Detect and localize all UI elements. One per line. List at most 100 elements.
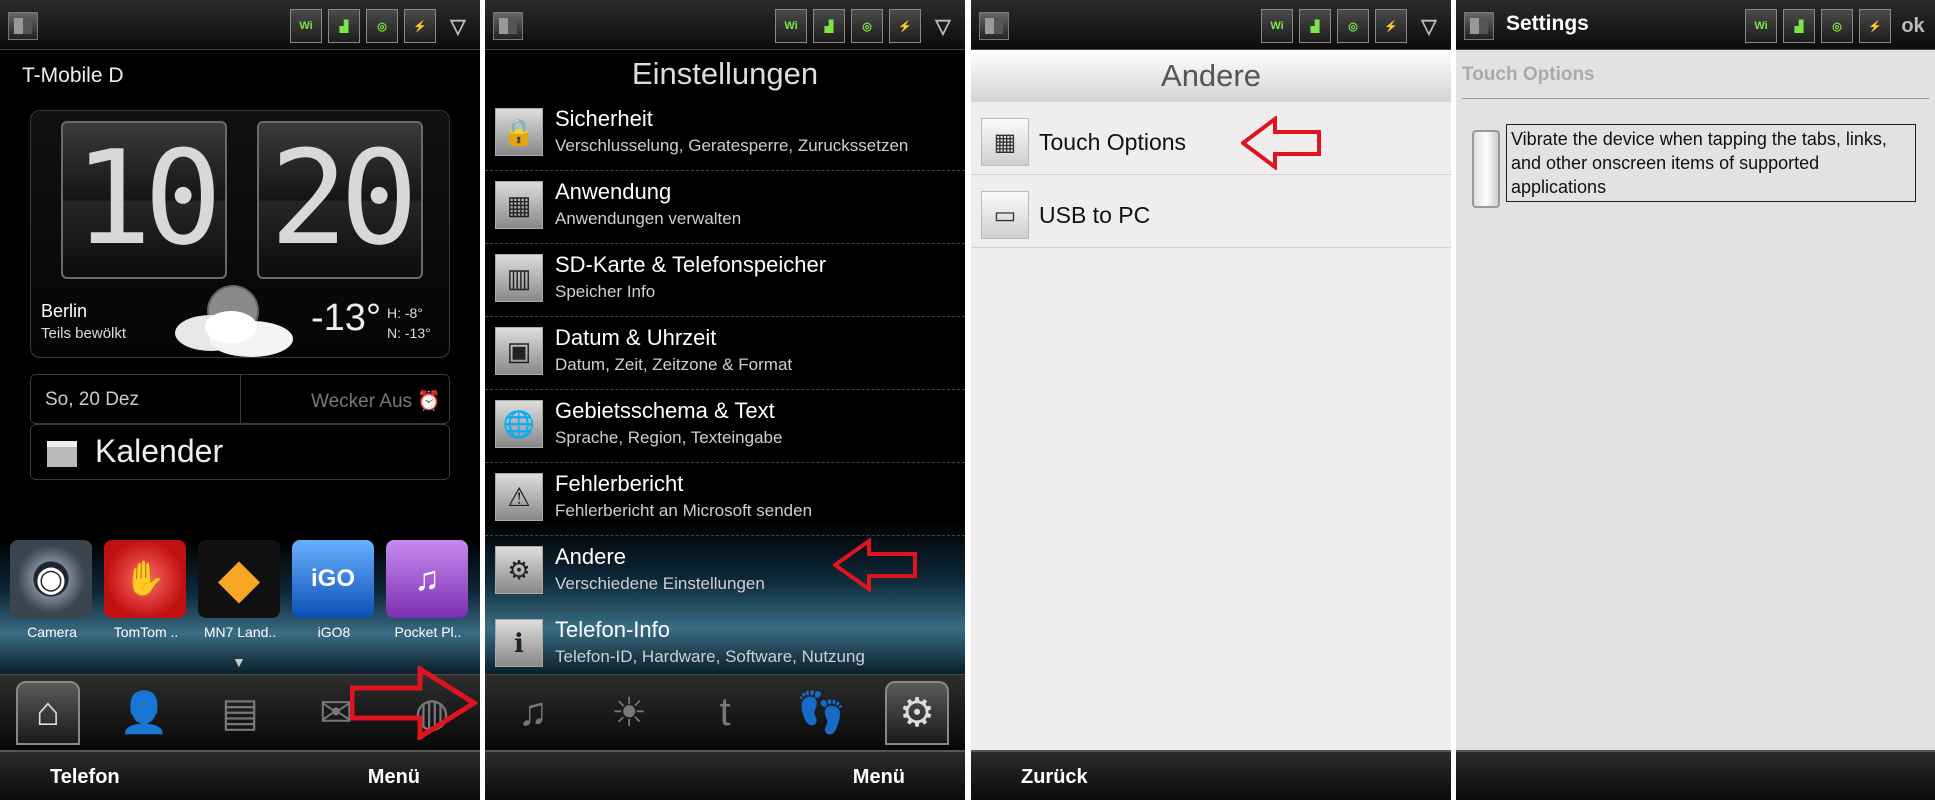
item-subtitle: Fehlerbericht an Microsoft senden (555, 501, 813, 520)
touch-options-panel: Settings Wi ▟ ◎ ⚡ ok Touch Options Vibra… (1456, 0, 1935, 800)
item-subtitle: Verschiedene Einstellungen (555, 574, 765, 593)
battery-icon[interactable]: ⚡ (404, 9, 436, 43)
wifi-icon[interactable]: Wi (290, 9, 322, 43)
wifi-icon[interactable]: Wi (1745, 9, 1777, 43)
volume-icon[interactable]: ▽ (1413, 9, 1445, 43)
page-title: Einstellungen (631, 56, 819, 91)
weather-temperature: -13° (311, 297, 382, 339)
vibrate-option-label[interactable]: Vibrate the device when tapping the tabs… (1506, 124, 1916, 202)
calendar-button[interactable]: Kalender (30, 424, 450, 480)
signal-icon[interactable]: ▟ (328, 9, 360, 43)
battery-icon[interactable]: ⚡ (1375, 9, 1407, 43)
app-igo8[interactable]: iGO iGO8 (292, 540, 376, 640)
sync-icon[interactable]: ◎ (1821, 9, 1853, 43)
softkey-bar (1456, 750, 1935, 800)
battery-icon[interactable]: ⚡ (1859, 9, 1891, 43)
clock-hour: 10 (61, 121, 227, 279)
softkey-back[interactable]: Zurück (1021, 766, 1088, 789)
page-title: Andere (971, 50, 1451, 102)
softkey-bar: Zurück (971, 750, 1451, 800)
apps-grid-icon: ▦ (495, 181, 543, 229)
item-subtitle: Anwendungen verwalten (555, 209, 742, 228)
wifi-icon[interactable]: Wi (1261, 9, 1293, 43)
app-tomtom[interactable]: ✋ TomTom .. (104, 540, 188, 640)
app-camera[interactable]: ◉ Camera (10, 540, 94, 640)
status-bar: Wi ▟ ◎ ⚡ ▽ (485, 0, 965, 50)
settings-item-datum[interactable]: ▣ Datum & Uhrzeit Datum, Zeit, Zeitzone … (485, 317, 965, 390)
camera-icon: ◉ (10, 540, 92, 618)
date-label[interactable]: So, 20 Dez (31, 375, 241, 423)
softkey-menu[interactable]: Menü (368, 766, 420, 789)
app-launcher: ◉ Camera ✋ TomTom .. ◆ MN7 Land.. iGO iG… (10, 540, 470, 640)
status-bar: Settings Wi ▟ ◎ ⚡ ok (1456, 0, 1935, 50)
ok-button[interactable]: ok (1897, 9, 1929, 43)
calendar-icon (47, 440, 77, 467)
app-label: Pocket Pl.. (394, 624, 462, 640)
twitter-tab-icon[interactable]: t (693, 681, 757, 745)
settings-item-fehlerbericht[interactable]: ⚠ Fehlerbericht Fehlerbericht an Microso… (485, 463, 965, 536)
alarm-button[interactable]: Wecker Aus ⏰ (241, 375, 449, 423)
start-button[interactable] (493, 12, 523, 40)
chevron-down-icon[interactable]: ▼ (232, 654, 246, 670)
item-subtitle: Sprache, Region, Texteingabe (555, 428, 783, 447)
signal-icon[interactable]: ▟ (1299, 9, 1331, 43)
start-button[interactable] (1464, 12, 1494, 40)
window-title: Settings (1506, 12, 1589, 35)
battery-icon[interactable]: ⚡ (889, 9, 921, 43)
status-bar: Wi ▟ ◎ ⚡ ▽ (971, 0, 1451, 50)
volume-icon[interactable]: ▽ (927, 9, 959, 43)
app-mn7[interactable]: ◆ MN7 Land.. (198, 540, 282, 640)
softkey-telefon[interactable]: Telefon (50, 766, 120, 789)
weather-condition: Teils bewölkt (41, 325, 127, 342)
date-alarm-row: So, 20 Dez Wecker Aus ⏰ (30, 374, 450, 424)
clock-weather-widget[interactable]: 10 20 Berlin Teils bewölkt -13° H: -8° N… (30, 110, 450, 358)
weather-low: N: -13° (387, 325, 431, 341)
grid-icon: ▦ (981, 118, 1029, 166)
item-title: Telefon-Info (555, 617, 670, 642)
item-label: Touch Options (1039, 129, 1187, 155)
list-item-touch-options[interactable]: ▦ Touch Options (971, 102, 1451, 175)
alarm-label: Wecker Aus (311, 391, 413, 412)
settings-item-gebietsschema[interactable]: 🌐 Gebietsschema & Text Sprache, Region, … (485, 390, 965, 463)
settings-tab-icon[interactable]: ⚙ (885, 680, 949, 745)
item-subtitle: Datum, Zeit, Zeitzone & Format (555, 355, 793, 374)
settings-panel: Wi ▟ ◎ ⚡ ▽ Einstellungen 🔒 Sicherheit Ve… (485, 0, 965, 800)
sync-icon[interactable]: ◎ (366, 9, 398, 43)
settings-item-anwendung[interactable]: ▦ Anwendung Anwendungen verwalten (485, 171, 965, 244)
settings-item-sd-karte[interactable]: ▥ SD-Karte & Telefonspeicher Speicher In… (485, 244, 965, 317)
messages-tab-icon[interactable]: ▤ (208, 681, 272, 745)
music-tab-icon[interactable]: ♫ (501, 681, 565, 745)
calendar-label: Kalender (95, 433, 224, 469)
status-bar: Wi ▟ ◎ ⚡ ▽ (0, 0, 480, 50)
section-title: Touch Options (1462, 64, 1595, 85)
settings-item-telefon-info[interactable]: ℹ Telefon-Info Telefon-ID, Hardware, Sof… (485, 609, 965, 682)
settings-item-sicherheit[interactable]: 🔒 Sicherheit Verschlusselung, Geratesper… (485, 98, 965, 171)
start-button[interactable] (979, 12, 1009, 40)
sync-icon[interactable]: ◎ (851, 9, 883, 43)
vibrate-checkbox[interactable] (1472, 130, 1500, 208)
signal-icon[interactable]: ▟ (813, 9, 845, 43)
lock-icon: 🔒 (495, 108, 543, 156)
people-tab-icon[interactable]: 👤 (112, 681, 176, 745)
app-pocket-player[interactable]: ♫ Pocket Pl.. (386, 540, 470, 640)
home-tab-icon[interactable]: ⌂ (16, 680, 80, 745)
list-item-usb-to-pc[interactable]: ▭ USB to PC (971, 175, 1451, 248)
calendar-icon: ▣ (495, 327, 543, 375)
wifi-icon[interactable]: Wi (775, 9, 807, 43)
start-button[interactable] (8, 12, 38, 40)
item-subtitle: Verschlusselung, Geratesperre, Zurucksse… (555, 136, 909, 155)
weather-city: Berlin (41, 301, 88, 321)
sync-icon[interactable]: ◎ (1337, 9, 1369, 43)
softkey-menu[interactable]: Menü (853, 766, 905, 789)
app-label: MN7 Land.. (203, 624, 277, 640)
volume-icon[interactable]: ▽ (442, 9, 474, 43)
item-title: Fehlerbericht (555, 471, 684, 496)
softkey-bar: Telefon Menü (0, 750, 480, 800)
carrier-name: T-Mobile D (22, 64, 124, 87)
igo-icon: iGO (292, 540, 374, 618)
signal-icon[interactable]: ▟ (1783, 9, 1815, 43)
divider (1462, 98, 1929, 99)
red-arrow-right-annotation (350, 666, 478, 740)
weather-tab-icon[interactable]: ☀ (597, 681, 661, 745)
footprints-tab-icon[interactable]: 👣 (789, 681, 853, 745)
